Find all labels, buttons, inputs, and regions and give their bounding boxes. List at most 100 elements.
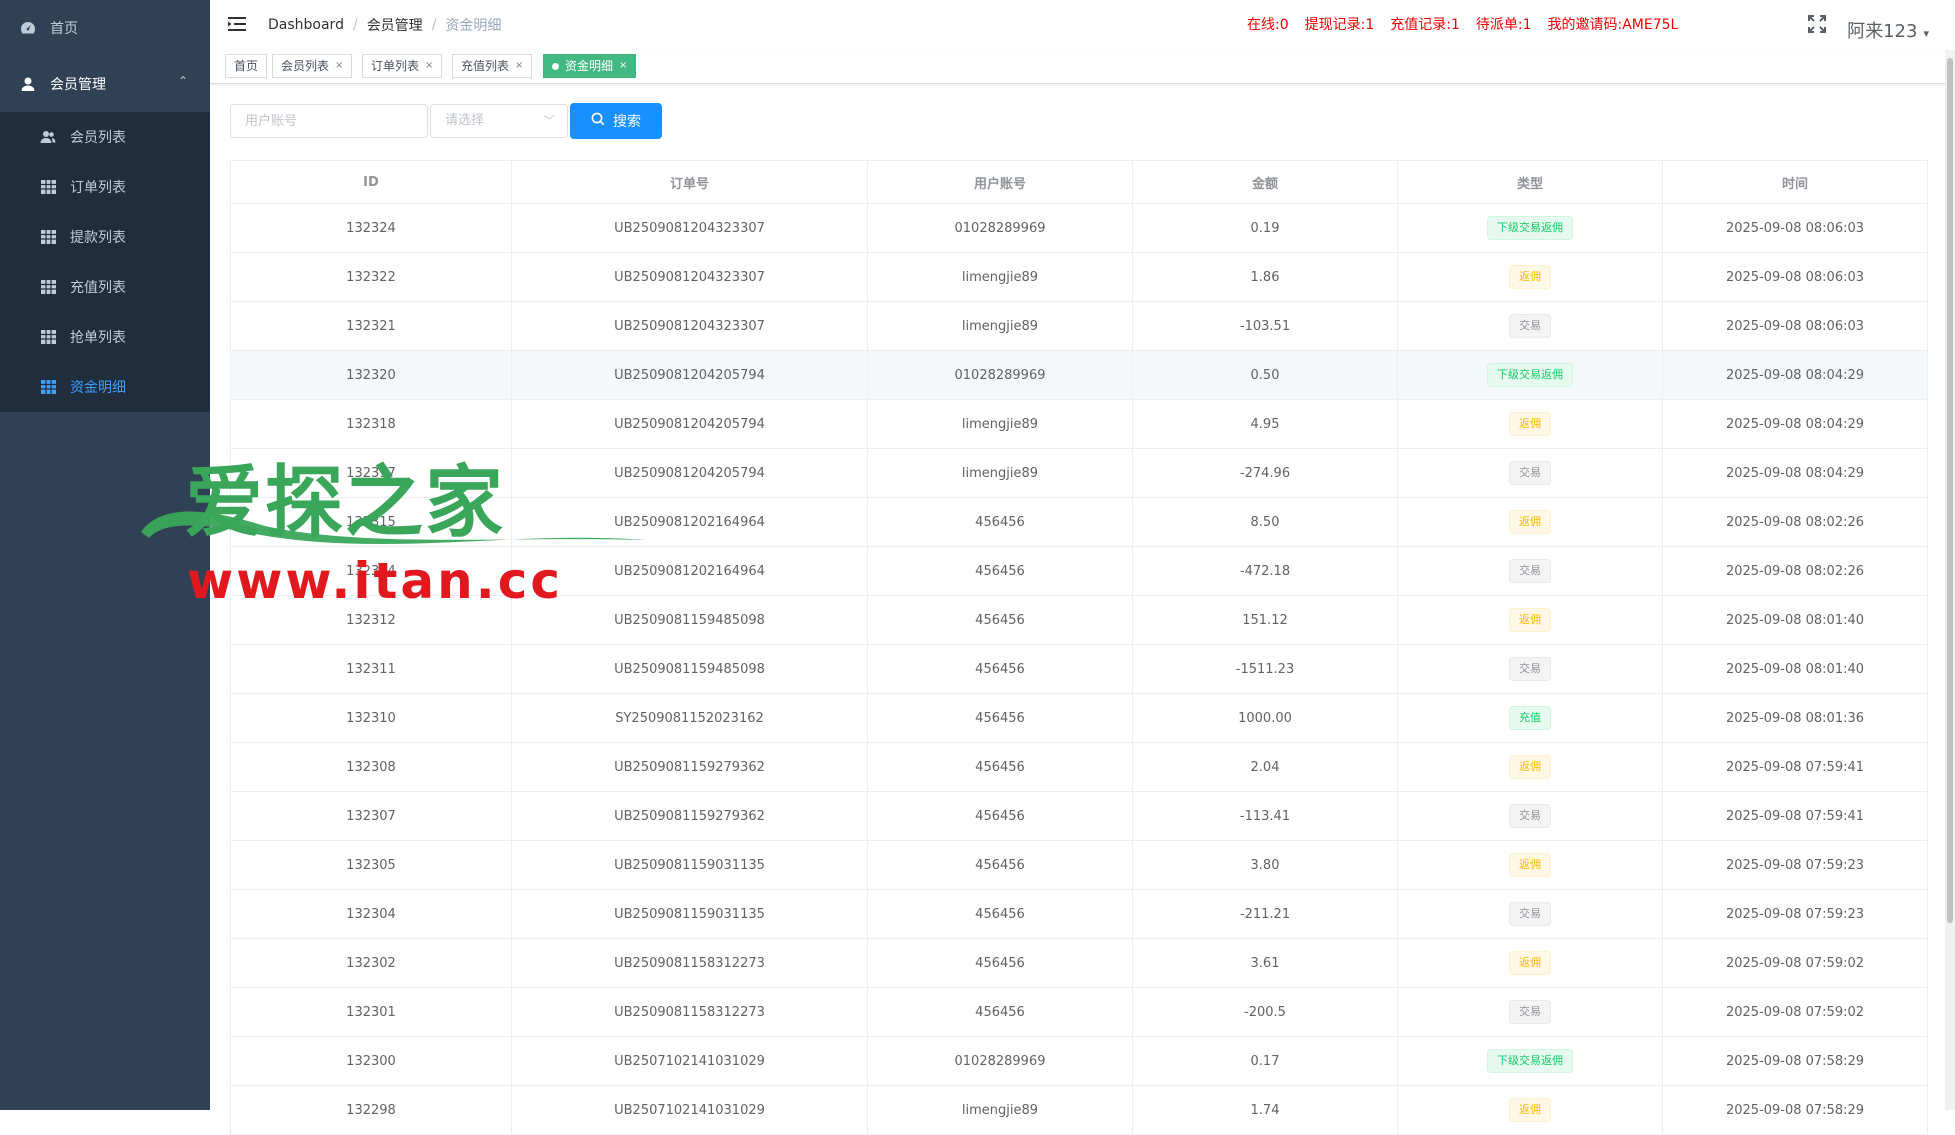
cell-amount: 1000.00 <box>1132 693 1398 743</box>
cell-account: 456456 <box>867 497 1133 547</box>
cell-amount: 2.04 <box>1132 742 1398 792</box>
breadcrumb-separator: / <box>431 17 437 33</box>
table-row: 132305 UB2509081159031135 456456 3.80 返佣 2025… <box>230 840 1928 890</box>
close-icon[interactable]: × <box>425 55 433 77</box>
notice-online[interactable]: 在线:0 <box>1247 14 1289 34</box>
sidebar-item-grab-order-list[interactable]: 抢单列表 <box>0 312 210 362</box>
cell-id: 132314 <box>230 546 512 596</box>
cell-type: 下级交易返佣 <box>1397 1036 1663 1086</box>
type-badge: 返佣 <box>1509 755 1551 779</box>
cell-order-no: UB2509081159485098 <box>511 595 868 645</box>
cell-order-no: UB2509081204205794 <box>511 399 868 449</box>
type-badge: 交易 <box>1509 559 1551 583</box>
tag-label: 首页 <box>234 59 259 73</box>
account-search-input[interactable] <box>230 104 428 138</box>
close-icon[interactable]: × <box>335 55 343 77</box>
cell-account: 456456 <box>867 546 1133 596</box>
table-icon <box>40 379 56 395</box>
search-button[interactable]: 搜索 <box>570 103 662 139</box>
type-select[interactable]: 请选择 ﹀ <box>430 104 568 138</box>
cell-amount: 3.61 <box>1132 938 1398 988</box>
cell-order-no: UB2509081158312273 <box>511 938 868 988</box>
close-icon[interactable]: × <box>515 55 523 77</box>
table-row: 132314 UB2509081202164964 456456 -472.18 交易 2… <box>230 546 1928 596</box>
sidebar-submenu: 会员列表 订单列表 提款列表 充值列表 抢单列表 资金明细 <box>0 112 210 412</box>
cell-type: 返佣 <box>1397 252 1663 302</box>
fullscreen-icon[interactable] <box>1807 14 1827 34</box>
cell-time: 2025-09-08 08:04:29 <box>1662 350 1928 400</box>
notice-recharge-records[interactable]: 充值记录:1 <box>1390 14 1460 34</box>
notice-withdraw-records[interactable]: 提现记录:1 <box>1305 14 1375 34</box>
cell-id: 132322 <box>230 252 512 302</box>
column-header-time: 时间 <box>1662 160 1928 204</box>
tag-order-list[interactable]: 订单列表 × <box>362 54 443 78</box>
scrollbar-thumb[interactable] <box>1947 58 1953 923</box>
cell-account: limengjie89 <box>867 399 1133 449</box>
type-badge: 返佣 <box>1509 951 1551 975</box>
tag-recharge-list[interactable]: 充值列表 × <box>452 54 533 78</box>
cell-time: 2025-09-08 07:59:02 <box>1662 938 1928 988</box>
cell-order-no: UB2509081204323307 <box>511 301 868 351</box>
cell-account: 01028289969 <box>867 1036 1133 1086</box>
user-icon <box>20 76 36 92</box>
sidebar-item-home[interactable]: 首页 <box>0 0 210 56</box>
cell-order-no: UB2507102141031029 <box>511 1036 868 1086</box>
type-badge: 下级交易返佣 <box>1487 1049 1573 1073</box>
type-badge: 下级交易返佣 <box>1487 363 1573 387</box>
sidebar-group-label: 会员管理 <box>50 77 106 93</box>
cell-order-no: UB2509081204205794 <box>511 350 868 400</box>
cell-type: 交易 <box>1397 546 1663 596</box>
sidebar-group-member-management[interactable]: 会员管理 ⌃ <box>0 56 210 112</box>
sidebar-item-order-list[interactable]: 订单列表 <box>0 162 210 212</box>
cell-amount: 4.95 <box>1132 399 1398 449</box>
sidebar-item-label: 抢单列表 <box>70 330 126 346</box>
breadcrumb-member-management[interactable]: 会员管理 <box>367 15 423 35</box>
cell-amount: -211.21 <box>1132 889 1398 939</box>
hamburger-icon[interactable] <box>227 14 247 34</box>
cell-time: 2025-09-08 07:59:23 <box>1662 889 1928 939</box>
cell-order-no: UB2509081204323307 <box>511 252 868 302</box>
sidebar-item-withdraw-list[interactable]: 提款列表 <box>0 212 210 262</box>
page-scrollbar[interactable] <box>1945 50 1955 1110</box>
cell-account: 456456 <box>867 693 1133 743</box>
cell-id: 132308 <box>230 742 512 792</box>
table-row: 132302 UB2509081158312273 456456 3.61 返佣 2025… <box>230 938 1928 988</box>
breadcrumb-dashboard[interactable]: Dashboard <box>268 17 344 33</box>
cell-amount: 151.12 <box>1132 595 1398 645</box>
tag-member-list[interactable]: 会员列表 × <box>272 54 353 78</box>
type-badge: 返佣 <box>1509 265 1551 289</box>
cell-time: 2025-09-08 08:06:03 <box>1662 203 1928 253</box>
tag-label: 会员列表 <box>281 59 330 73</box>
sidebar-item-member-list[interactable]: 会员列表 <box>0 112 210 162</box>
tag-fund-details[interactable]: 资金明细 × <box>543 54 637 78</box>
cell-amount: -113.41 <box>1132 791 1398 841</box>
cell-id: 132310 <box>230 693 512 743</box>
type-badge: 返佣 <box>1509 510 1551 534</box>
cell-id: 132315 <box>230 497 512 547</box>
cell-amount: 1.86 <box>1132 252 1398 302</box>
table-icon <box>40 279 56 295</box>
table-row: 132300 UB2507102141031029 01028289969 0.17 下… <box>230 1036 1928 1086</box>
tag-home[interactable]: 首页 <box>225 54 268 78</box>
table-row: 132317 UB2509081204205794 limengjie89 -274.… <box>230 448 1928 498</box>
cell-time: 2025-09-08 08:01:40 <box>1662 595 1928 645</box>
table-row: 132311 UB2509081159485098 456456 -1511.23 交易… <box>230 644 1928 694</box>
type-badge: 返佣 <box>1509 1098 1551 1122</box>
sidebar-item-fund-details[interactable]: 资金明细 <box>0 362 210 412</box>
type-badge: 交易 <box>1509 657 1551 681</box>
cell-type: 返佣 <box>1397 497 1663 547</box>
close-icon[interactable]: × <box>619 55 627 77</box>
cell-time: 2025-09-08 07:58:29 <box>1662 1036 1928 1086</box>
sidebar-item-recharge-list[interactable]: 充值列表 <box>0 262 210 312</box>
table-icon <box>40 329 56 345</box>
column-header-type: 类型 <box>1397 160 1663 204</box>
cell-id: 132318 <box>230 399 512 449</box>
user-dropdown[interactable]: 阿来123 ▾ <box>1847 17 1929 43</box>
tag-label: 资金明细 <box>565 59 614 73</box>
table-row: 132315 UB2509081202164964 456456 8.50 返佣 2025… <box>230 497 1928 547</box>
notice-pending-dispatch[interactable]: 待派单:1 <box>1476 14 1532 34</box>
cell-account: limengjie89 <box>867 252 1133 302</box>
table-row: 132324 UB2509081204323307 01028289969 0.19 下… <box>230 203 1928 253</box>
cell-order-no: UB2509081159031135 <box>511 840 868 890</box>
cell-type: 交易 <box>1397 644 1663 694</box>
